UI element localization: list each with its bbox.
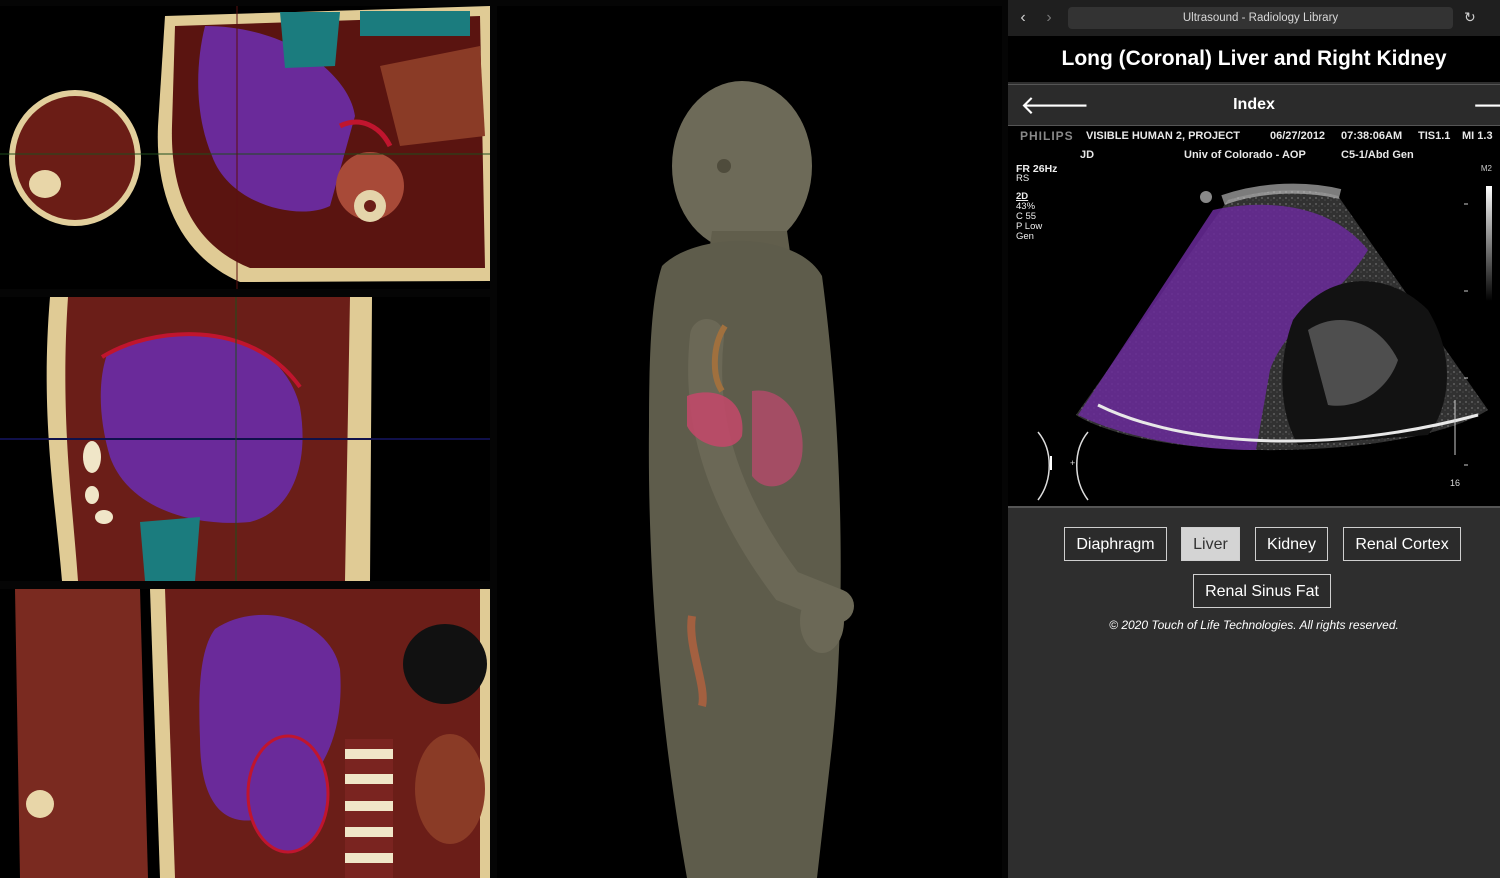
tis-label: TIS1.1 — [1418, 130, 1451, 142]
time-label: 07:38:06AM — [1341, 130, 1403, 142]
structure-button-liver[interactable]: Liver — [1181, 527, 1240, 561]
axial-slice-image — [0, 6, 490, 289]
gen-label: Gen — [1016, 231, 1034, 242]
page-title-box[interactable]: Ultrasound - Radiology Library — [1068, 7, 1453, 29]
arrow-right-icon: 🡒 — [1472, 90, 1500, 120]
structure-button-kidney[interactable]: Kidney — [1255, 527, 1328, 561]
m2-label: M2 — [1480, 164, 1492, 173]
copyright-text: © 2020 Touch of Life Technologies. All r… — [1109, 618, 1399, 632]
ultrasound-parameters: FR 26Hz RS 2D 43% C 55 P Low Gen — [1016, 164, 1057, 242]
back-button[interactable]: ‹ — [1014, 8, 1032, 28]
coronal-slice-view[interactable] — [0, 589, 490, 878]
brand-label: PHILIPS — [1020, 129, 1074, 143]
project-label: VISIBLE HUMAN 2, PROJECT — [1086, 130, 1241, 142]
previous-button[interactable]: 🡐 — [1020, 91, 1090, 119]
chevron-right-icon: › — [1046, 9, 1052, 26]
coronal-slice-image — [0, 589, 490, 878]
next-button[interactable]: 🡒 — [1472, 91, 1500, 119]
ultrasound-header-row-1: PHILIPS VISIBLE HUMAN 2, PROJECT 06/27/2… — [1008, 127, 1500, 145]
depth-label: 16 — [1450, 478, 1461, 488]
reload-icon: ↻ — [1464, 9, 1476, 25]
axial-slice-view[interactable] — [0, 6, 490, 289]
divider — [1008, 506, 1500, 508]
rs-label: RS — [1016, 173, 1030, 184]
chevron-left-icon: ‹ — [1020, 9, 1026, 26]
structure-button-renal-cortex[interactable]: Renal Cortex — [1343, 527, 1461, 561]
ultrasound-image-panel: PHILIPS VISIBLE HUMAN 2, PROJECT 06/27/2… — [1008, 126, 1500, 506]
svg-text:+: + — [1070, 458, 1075, 468]
forward-button[interactable]: › — [1040, 8, 1058, 28]
date-label: 06/27/2012 — [1270, 130, 1326, 142]
page-title: Long (Coronal) Liver and Right Kidney — [1008, 36, 1500, 82]
index-nav-bar: 🡐 Index 🡒 — [1008, 84, 1500, 126]
sagittal-slice-view[interactable] — [0, 297, 490, 581]
ultrasound-scan-image: + — [1008, 160, 1500, 506]
structure-button-diaphragm[interactable]: Diaphragm — [1064, 527, 1167, 561]
radiology-library-app: ‹ › Ultrasound - Radiology Library ↻ Lon… — [1008, 0, 1500, 878]
reload-button[interactable]: ↻ — [1464, 9, 1480, 27]
sagittal-slice-image — [0, 297, 490, 581]
body-3d-figure — [497, 6, 1002, 878]
mi-label: MI 1.3 — [1462, 130, 1493, 142]
arrow-left-icon: 🡐 — [1020, 90, 1090, 120]
browser-toolbar: ‹ › Ultrasound - Radiology Library ↻ — [1008, 0, 1500, 36]
structure-button-renal-sinus-fat[interactable]: Renal Sinus Fat — [1193, 574, 1331, 608]
volume-rendering-view[interactable] — [497, 6, 1002, 878]
